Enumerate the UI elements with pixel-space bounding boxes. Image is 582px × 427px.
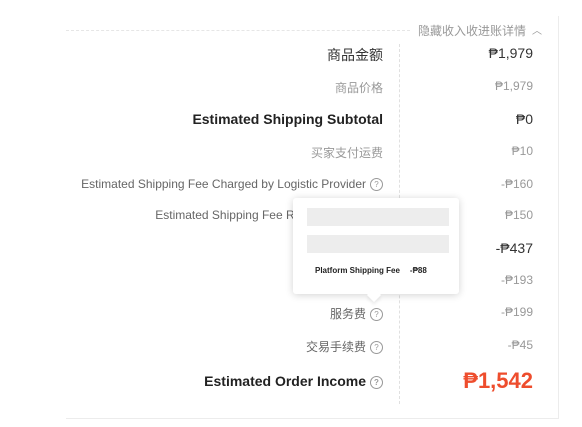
row-product-price: 商品价格 ₱1,979 (66, 79, 558, 101)
fee-breakdown-tooltip: Platform Shipping Fee -₱88 (293, 198, 459, 303)
product-amount-value: ₱1,979 (488, 45, 533, 61)
tooltip-fee-value: -₱88 (409, 266, 427, 275)
row-logistic-fee: Estimated Shipping Fee Charged by Logist… (66, 177, 558, 199)
order-income-label: Estimated Order Income (204, 373, 366, 389)
tooltip-placeholder-line (307, 235, 449, 253)
top-divider (66, 30, 410, 31)
transaction-fee-value: -₱45 (507, 338, 533, 352)
transaction-fee-label: 交易手续费 (305, 340, 366, 354)
product-price-value: ₱1,979 (494, 79, 533, 93)
logistic-fee-label: Estimated Shipping Fee Charged by Logist… (81, 177, 366, 191)
buyer-shipping-value: ₱10 (511, 144, 533, 158)
row-transaction-fee: 交易手续费? -₱45 (66, 338, 558, 360)
fees-total-value: -₱437 (495, 240, 533, 256)
order-income-value: ₱1,542 (463, 368, 533, 393)
platform-fee-value: -₱193 (500, 273, 533, 287)
shipping-subtotal-label: Estimated Shipping Subtotal (192, 111, 383, 127)
product-amount-label: 商品金额 (327, 47, 383, 63)
shipping-rebate-label: Estimated Shipping Fee Reb (155, 208, 308, 222)
row-product-amount: 商品金额 ₱1,979 (66, 45, 558, 67)
row-buyer-shipping: 买家支付运费 ₱10 (66, 144, 558, 166)
tooltip-fee-line: Platform Shipping Fee -₱88 (315, 266, 427, 275)
help-icon[interactable]: ? (370, 178, 383, 191)
row-service-fee: 服务费? -₱199 (66, 305, 558, 327)
logistic-fee-value: -₱160 (500, 177, 533, 191)
help-icon[interactable]: ? (370, 341, 383, 354)
shipping-subtotal-value: ₱0 (515, 111, 533, 127)
help-icon[interactable]: ? (370, 308, 383, 321)
tooltip-placeholder-line (307, 208, 449, 226)
shipping-rebate-value: ₱150 (504, 208, 533, 222)
chevron-up-icon: ︿ (532, 26, 542, 37)
hide-details-label: 隐藏收入收进账详情 (417, 24, 526, 38)
service-fee-value: -₱199 (500, 305, 533, 319)
help-icon[interactable]: ? (370, 376, 383, 389)
buyer-shipping-label: 买家支付运费 (310, 146, 383, 160)
hide-details-toggle[interactable]: 隐藏收入收进账详情 ︿ (418, 22, 542, 39)
row-order-income: Estimated Order Income? ₱1,542 (66, 368, 558, 398)
service-fee-label: 服务费 (329, 307, 366, 321)
tooltip-fee-label: Platform Shipping Fee (315, 266, 400, 275)
row-shipping-subtotal: Estimated Shipping Subtotal ₱0 (66, 111, 558, 133)
product-price-label: 商品价格 (334, 81, 383, 95)
